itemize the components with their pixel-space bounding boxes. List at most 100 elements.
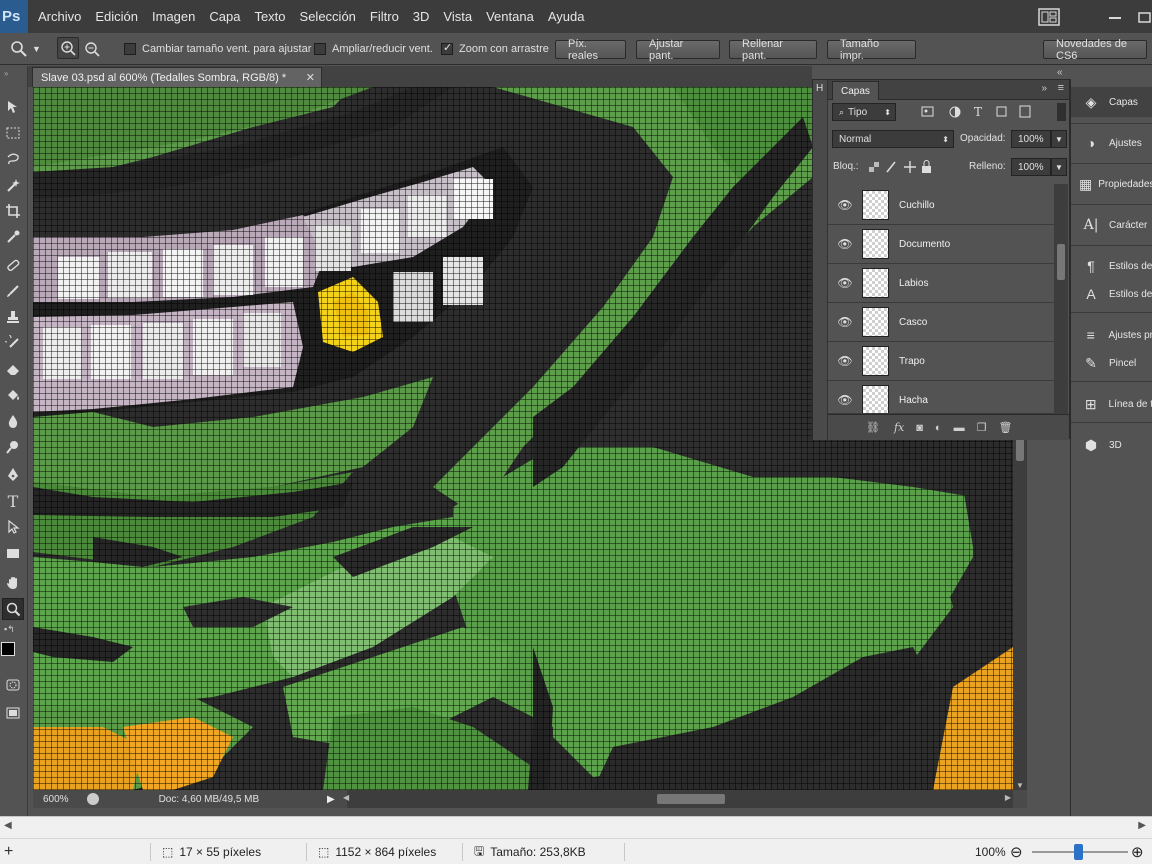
layer-row[interactable]: 👁 Casco (828, 303, 1054, 342)
screen-mode-icon[interactable] (2, 702, 24, 724)
menu-3d[interactable]: 3D (406, 0, 437, 33)
menu-ventana[interactable]: Ventana (479, 0, 541, 33)
add-icon[interactable]: + (4, 839, 13, 864)
layer-filter-select[interactable]: ⌕ Tipo ⬍ (832, 103, 896, 121)
window-horizontal-scrollbar[interactable]: ◀ ▶ (0, 816, 1152, 838)
collapse-icon[interactable]: » (4, 69, 8, 78)
resize-windows-checkbox[interactable]: Cambiar tamaño vent. para ajustar (124, 38, 311, 59)
menu-vista[interactable]: Vista (436, 0, 479, 33)
collapsed-panel-strip[interactable]: H (813, 80, 828, 440)
minimize-icon[interactable] (1108, 0, 1122, 33)
eye-icon[interactable]: 👁 (836, 315, 854, 329)
trash-icon[interactable]: 🗑 (998, 421, 1012, 434)
layer-row[interactable]: 👁 Labios (828, 264, 1054, 303)
layer-filter-icons[interactable]: T (921, 105, 1039, 119)
layer-row[interactable]: 👁 Documento (828, 225, 1054, 264)
hand-tool-icon[interactable] (2, 572, 24, 594)
scroll-right-icon[interactable]: ▶ (1138, 820, 1146, 831)
arrange-documents-button[interactable] (1038, 0, 1060, 33)
dock-item-capas[interactable]: ◈ Capas (1071, 87, 1152, 117)
dock-item-estilos-parrafo[interactable]: ¶ Estilos de (1071, 251, 1152, 281)
dock-item-caracter[interactable]: A| Carácter (1071, 210, 1152, 240)
dock-item-ajustes-pincel[interactable]: ≡ Ajustes pr (1071, 320, 1152, 350)
type-tool-icon[interactable]: T (2, 490, 24, 512)
pen-tool-icon[interactable] (2, 464, 24, 486)
dock-item-estilos-caracter[interactable]: A Estilos de (1071, 279, 1152, 309)
lock-icons[interactable] (869, 160, 933, 174)
dock-item-linea-tiempo[interactable]: ⊞ Línea de t (1071, 389, 1152, 419)
menu-filtro[interactable]: Filtro (363, 0, 406, 33)
fill-screen-button[interactable]: Rellenar pant. (729, 38, 817, 62)
actual-pixels-button[interactable]: Píx. reales (555, 38, 626, 62)
scrubby-zoom-checkbox[interactable]: Zoom con arrastre (441, 38, 549, 59)
zoom-tool-preset[interactable]: ▼ (10, 38, 41, 59)
eye-icon[interactable]: 👁 (836, 198, 854, 212)
crop-tool-icon[interactable] (2, 200, 24, 222)
layer-row[interactable]: 👁 Hacha (828, 381, 1054, 414)
eye-icon[interactable]: 👁 (836, 393, 854, 407)
dock-item-3d[interactable]: ⬢ 3D (1071, 430, 1152, 460)
menu-imagen[interactable]: Imagen (145, 0, 202, 33)
dock-collapse-icon[interactable]: « (1057, 67, 1063, 78)
dock-item-ajustes[interactable]: ◑ Ajustes (1071, 128, 1152, 158)
opacity-dropdown-icon[interactable]: ▼ (1051, 130, 1067, 148)
fill-dropdown-icon[interactable]: ▼ (1051, 158, 1067, 176)
menu-archivo[interactable]: Archivo (31, 0, 88, 33)
eye-icon[interactable]: 👁 (836, 237, 854, 251)
zoom-tool-icon[interactable] (2, 598, 24, 620)
link-layers-icon[interactable]: ⛓ (866, 421, 880, 434)
layers-tab[interactable]: Capas (832, 81, 879, 100)
panel-collapse-icon[interactable]: » (1041, 83, 1047, 94)
adjustment-layer-icon[interactable]: ◐ (935, 422, 942, 434)
scroll-down-icon[interactable]: ▼ (1016, 781, 1024, 790)
eye-icon[interactable]: 👁 (836, 276, 854, 290)
eyedropper-tool-icon[interactable] (2, 226, 24, 248)
fx-icon[interactable]: fx (894, 421, 904, 434)
move-tool-icon[interactable] (2, 96, 24, 118)
magic-wand-tool-icon[interactable] (2, 174, 24, 196)
history-icon[interactable]: H (816, 83, 823, 94)
maximize-icon[interactable] (1138, 0, 1152, 33)
lasso-tool-icon[interactable] (2, 148, 24, 170)
eye-icon[interactable]: 👁 (836, 354, 854, 368)
zoom-all-windows-checkbox[interactable]: Ampliar/reducir vent. (314, 38, 433, 59)
layers-scroll-thumb[interactable] (1057, 244, 1065, 280)
scroll-left-icon[interactable]: ◀ (4, 820, 12, 831)
fill-input[interactable]: 100% (1011, 158, 1051, 176)
canvas-horizontal-scrollbar[interactable]: ◀ ▶ (343, 790, 1013, 808)
layer-row[interactable]: 👁 Cuchillo (828, 186, 1054, 225)
zoom-out-icon[interactable]: ⊖ (1010, 839, 1023, 864)
zoom-slider-thumb[interactable] (1074, 844, 1083, 860)
new-group-icon[interactable]: ▬ (954, 422, 965, 434)
zoom-level-field[interactable]: 600% (43, 794, 69, 805)
opacity-input[interactable]: 100% (1011, 130, 1051, 148)
dock-item-propiedades[interactable]: ▦ Propiedades (1071, 169, 1152, 199)
foreground-color-swatch[interactable] (1, 642, 15, 656)
default-colors-icon[interactable]: ▪↰ (4, 624, 15, 635)
fit-screen-button[interactable]: Ajustar pant. (636, 38, 720, 62)
path-selection-tool-icon[interactable] (2, 516, 24, 538)
status-menu-arrow-icon[interactable]: ▶ (327, 794, 335, 805)
menu-edicion[interactable]: Edición (88, 0, 145, 33)
healing-brush-tool-icon[interactable] (2, 254, 24, 276)
dodge-tool-icon[interactable] (2, 436, 24, 458)
quick-mask-icon[interactable] (2, 674, 24, 696)
vertical-scroll-thumb[interactable] (1016, 439, 1024, 461)
close-icon[interactable]: ✕ (306, 71, 315, 84)
rectangle-tool-icon[interactable] (2, 542, 24, 564)
paint-bucket-tool-icon[interactable] (2, 384, 24, 406)
layers-scrollbar[interactable] (1054, 184, 1068, 418)
document-tab[interactable]: Slave 03.psd al 600% (Tedalles Sombra, R… (32, 67, 322, 87)
menu-ayuda[interactable]: Ayuda (541, 0, 592, 33)
marquee-tool-icon[interactable] (2, 122, 24, 144)
status-info-icon[interactable] (86, 793, 99, 805)
zoom-in-icon[interactable]: ⊕ (1131, 839, 1144, 864)
history-brush-tool-icon[interactable] (2, 332, 24, 354)
eraser-tool-icon[interactable] (2, 358, 24, 380)
dock-item-pincel[interactable]: ✎ Pincel (1071, 348, 1152, 378)
panel-menu-icon[interactable]: ≡ (1058, 82, 1064, 94)
zoom-out-button[interactable] (84, 38, 100, 59)
zoom-in-button[interactable] (57, 36, 79, 59)
scroll-left-icon[interactable]: ◀ (343, 793, 349, 802)
clone-stamp-tool-icon[interactable] (2, 306, 24, 328)
